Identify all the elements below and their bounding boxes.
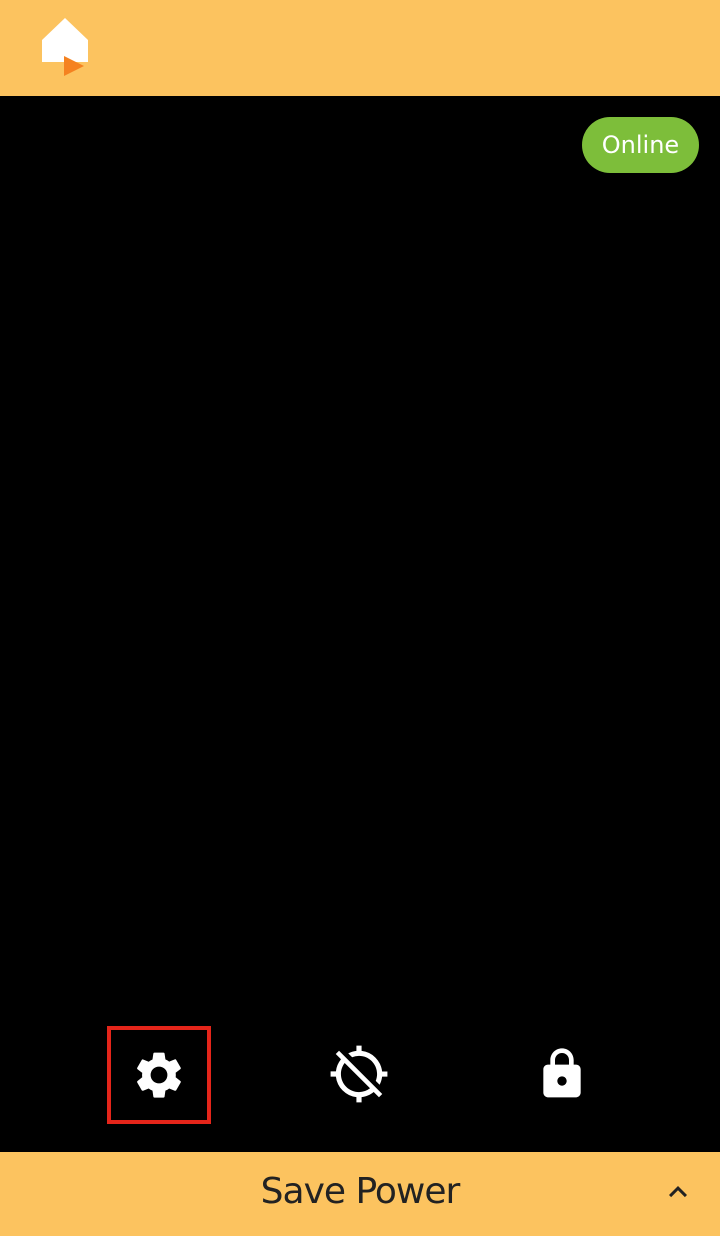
lock-icon xyxy=(534,1044,590,1104)
location-toggle-button[interactable] xyxy=(309,1026,409,1122)
status-badge: Online xyxy=(582,117,699,173)
home-play-logo-icon xyxy=(38,16,92,78)
top-bar xyxy=(0,0,720,96)
app-screen: Online Save Power xyxy=(0,0,720,1236)
location-disabled-icon xyxy=(328,1043,390,1105)
chevron-up-icon[interactable] xyxy=(660,1174,696,1210)
lock-button[interactable] xyxy=(512,1026,612,1122)
gear-icon xyxy=(131,1047,187,1103)
bottom-toolbar xyxy=(0,1024,720,1152)
settings-button[interactable] xyxy=(107,1026,211,1124)
save-power-label: Save Power xyxy=(260,1171,461,1212)
save-power-bar[interactable]: Save Power xyxy=(0,1152,720,1236)
